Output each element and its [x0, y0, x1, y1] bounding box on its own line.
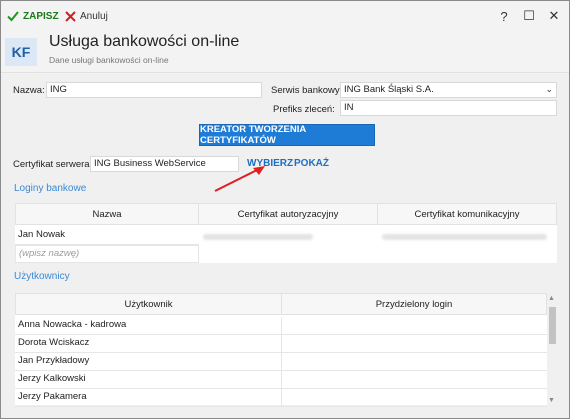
user-row-name[interactable]: Jan Przykładowy [15, 353, 281, 371]
app-logo: KF [5, 38, 37, 66]
save-label: ZAPISZ [23, 10, 59, 22]
save-button[interactable]: ZAPISZ [7, 7, 59, 25]
chevron-down-icon: ⌄ [545, 84, 553, 94]
toolbar: ZAPISZ Anuluj ? ☐ ✕ [1, 1, 569, 31]
user-row-login[interactable] [281, 389, 547, 407]
redacted-comm-cert [382, 234, 547, 240]
page-subtitle: Dane usługi bankowości on-line [49, 55, 169, 65]
cancel-label: Anuluj [80, 10, 108, 22]
bank-logins-table: Nazwa Certyfikat autoryzacyjny Certyfika… [15, 203, 557, 263]
user-row-name[interactable]: Dorota Wciskacz [15, 335, 281, 353]
users-scrollbar[interactable]: ▲ ▼ [547, 293, 557, 405]
close-x-icon [65, 10, 76, 22]
annotation-arrow-icon [214, 166, 265, 192]
name-field[interactable]: ING [46, 82, 262, 98]
scroll-down-icon[interactable]: ▼ [548, 397, 555, 404]
close-button[interactable]: ✕ [544, 6, 564, 26]
maximize-icon: ☐ [523, 8, 535, 23]
help-icon: ? [500, 8, 508, 24]
user-row-login[interactable] [281, 371, 547, 389]
user-row-name[interactable]: Jerzy Pakamera [15, 389, 281, 407]
column-header-assigned-login[interactable]: Przydzielony login [281, 293, 547, 315]
cancel-button[interactable]: Anuluj [65, 7, 108, 25]
user-row-login[interactable] [281, 317, 547, 335]
certificate-wizard-button[interactable]: KREATOR TWORZENIA CERTYFIKATÓW [199, 124, 375, 146]
users-table: Użytkownik Przydzielony login Anna Nowac… [15, 293, 547, 407]
server-cert-label: Certyfikat serwera: [13, 159, 93, 170]
user-row-name[interactable]: Jerzy Kalkowski [15, 371, 281, 389]
bank-service-label: Serwis bankowy: [271, 85, 343, 96]
name-label: Nazwa: [13, 85, 45, 96]
scroll-thumb[interactable] [549, 307, 556, 344]
page-title: Usługa bankowości on-line [49, 33, 240, 50]
dialog-header: KF Usługa bankowości on-line Dane usługi… [1, 31, 569, 73]
maximize-button[interactable]: ☐ [519, 6, 539, 26]
column-header-auth-cert[interactable]: Certyfikat autoryzacyjny [198, 203, 378, 225]
bank-service-select[interactable]: ING Bank Śląski S.A. ⌄ [340, 82, 557, 98]
close-icon: ✕ [548, 8, 560, 23]
users-section-label: Użytkownicy [14, 271, 70, 282]
show-link[interactable]: POKAŻ [294, 158, 329, 169]
scroll-up-icon[interactable]: ▲ [548, 295, 555, 302]
user-row-login[interactable] [281, 353, 547, 371]
redacted-auth-cert [203, 234, 313, 240]
column-header-comm-cert[interactable]: Certyfikat komunikacyjny [377, 203, 557, 225]
column-header-user[interactable]: Użytkownik [15, 293, 282, 315]
user-row-login[interactable] [281, 335, 547, 353]
checkmark-icon [7, 11, 19, 22]
form-area: Nazwa: ING Serwis bankowy: ING Bank Śląs… [1, 74, 569, 418]
bank-logins-section-label: Loginy bankowe [14, 183, 87, 194]
user-row-name[interactable]: Anna Nowacka - kadrowa [15, 317, 281, 335]
bank-service-value: ING Bank Śląski S.A. [344, 84, 434, 95]
help-button[interactable]: ? [494, 6, 514, 26]
table-row-name[interactable]: Jan Nowak [15, 227, 199, 245]
new-login-field[interactable]: (wpisz nazwę) [15, 245, 199, 263]
column-header-name[interactable]: Nazwa [15, 203, 199, 225]
dialog-window: ZAPISZ Anuluj ? ☐ ✕ KF Usługa bankowości… [0, 0, 570, 419]
order-prefix-field[interactable]: IN [340, 100, 557, 116]
order-prefix-label: Prefiks zleceń: [273, 104, 335, 115]
